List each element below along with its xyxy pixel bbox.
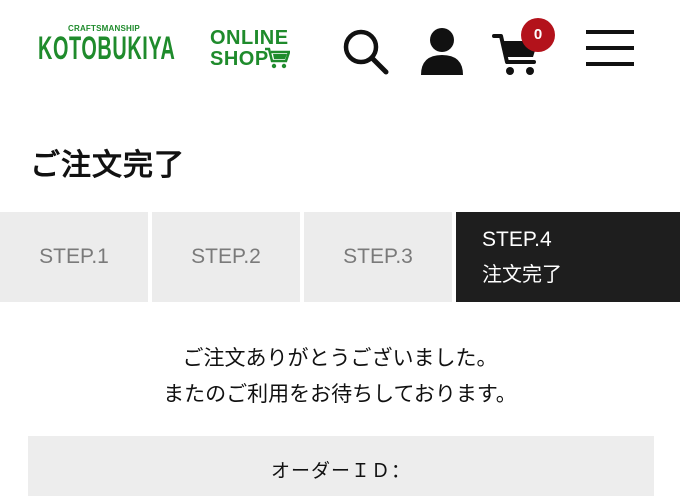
site-header: CRAFTSMANSHIP KOTOBUKIYA ONLINE SHOP 0 [0, 0, 680, 100]
thank-you-line-2: またのご利用をお待ちしております。 [163, 382, 517, 406]
cart-count-badge: 0 [521, 18, 555, 52]
logo-cart-icon [265, 47, 290, 69]
order-steps: STEP.1 STEP.2 STEP.3 STEP.4 注文完了 [0, 212, 680, 302]
kotobukiya-logo[interactable]: CRAFTSMANSHIP KOTOBUKIYA ONLINE SHOP [38, 24, 296, 72]
menu-icon[interactable] [586, 28, 634, 68]
step-1: STEP.1 [0, 212, 148, 302]
step-4-sublabel: 注文完了 [482, 261, 562, 286]
step-3: STEP.3 [304, 212, 452, 302]
step-4-active: STEP.4 注文完了 [456, 212, 680, 302]
page-title: ご注文完了 [30, 148, 185, 183]
step-3-label: STEP.3 [343, 245, 413, 268]
logo-shop-text: SHOP [210, 48, 269, 70]
order-id-label: オーダーＩＤ： [270, 460, 411, 482]
step-2: STEP.2 [152, 212, 300, 302]
logo-brand-text: KOTOBUKIYA [38, 30, 176, 66]
step-2-label: STEP.2 [191, 245, 261, 268]
user-icon[interactable] [418, 26, 466, 76]
search-icon[interactable] [340, 26, 390, 76]
order-id-box: オーダーＩＤ： [28, 436, 654, 496]
thank-you-message: ご注文ありがとうございました。 またのご利用をお待ちしております。 [0, 340, 680, 412]
step-4-label: STEP.4 [482, 227, 552, 251]
step-1-label: STEP.1 [39, 245, 109, 268]
thank-you-line-1: ご注文ありがとうございました。 [182, 346, 498, 370]
